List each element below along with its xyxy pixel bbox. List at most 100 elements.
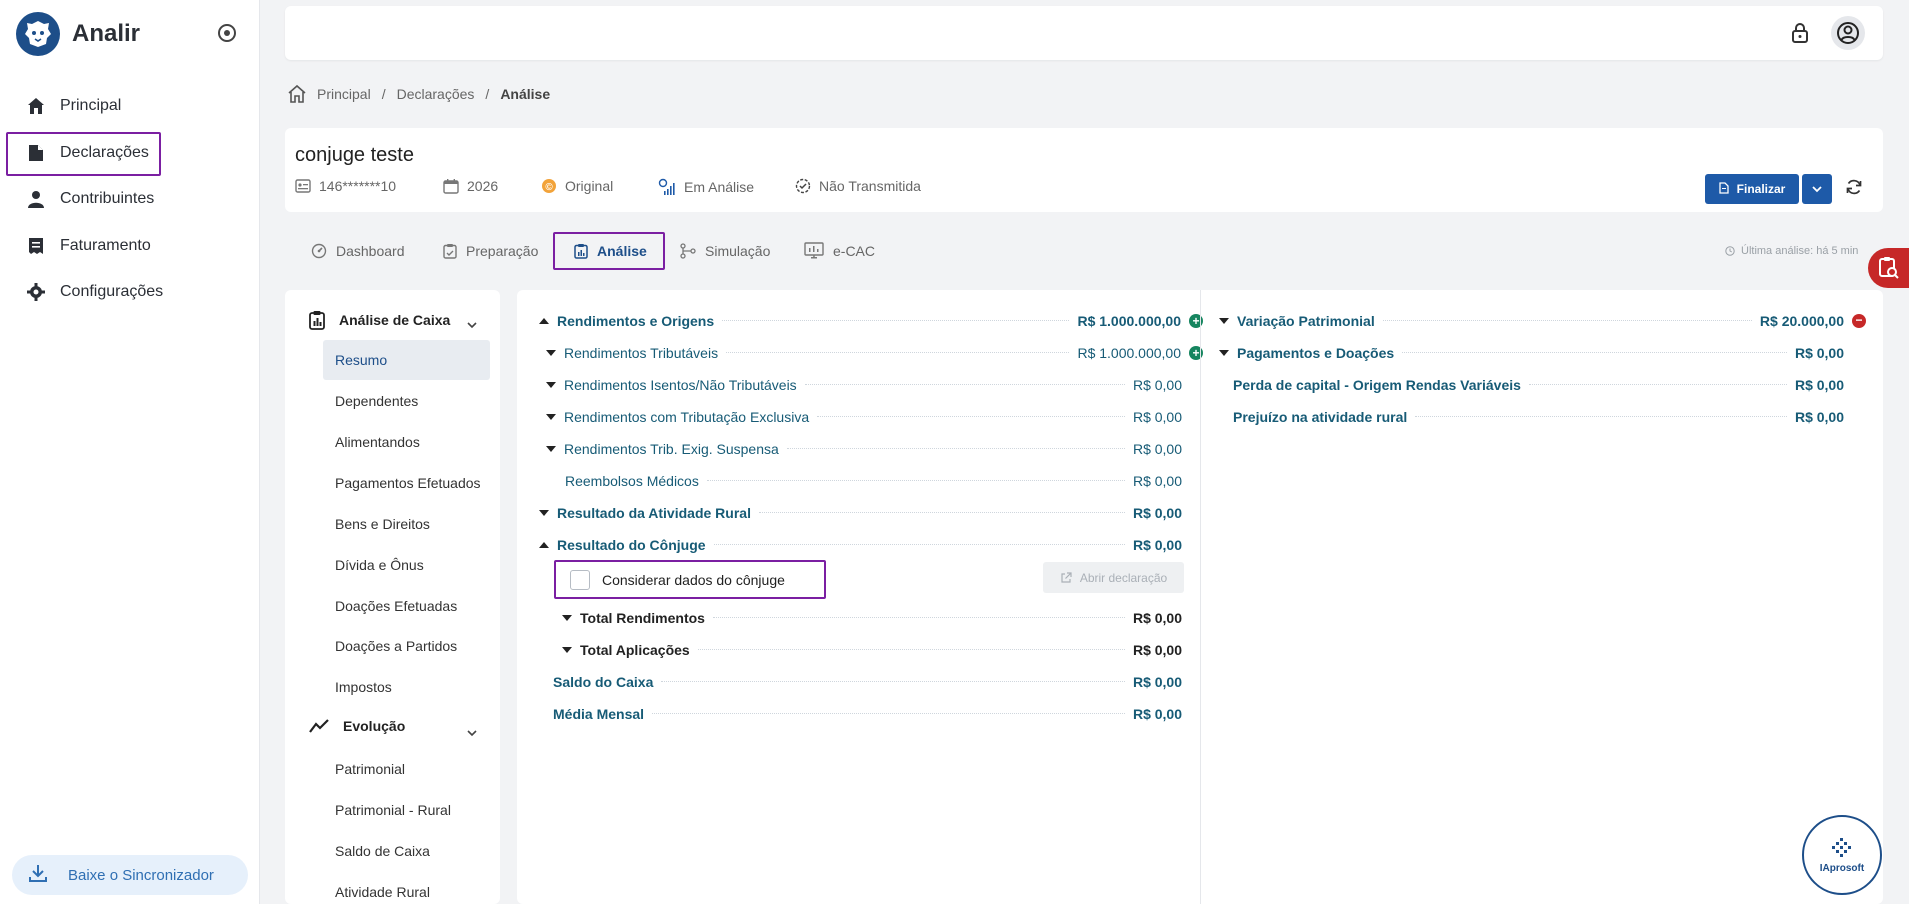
caret-down-icon[interactable]: [1219, 350, 1229, 356]
clock-check-icon: [795, 178, 811, 194]
row-rendimentos-tributaveis[interactable]: Rendimentos Tributáveis R$ 1.000.000,00 …: [546, 343, 1203, 363]
tab-preparacao[interactable]: Preparação: [443, 236, 538, 266]
leader-dots: [726, 343, 1070, 353]
chevron-down-icon[interactable]: [466, 724, 478, 742]
tab-dashboard[interactable]: Dashboard: [311, 236, 405, 266]
row-value: R$ 0,00: [1794, 409, 1844, 425]
row-perda-capital[interactable]: Perda de capital - Origem Rendas Variáve…: [1233, 375, 1844, 395]
row-value: R$ 1.000.000,00: [1077, 345, 1181, 361]
lock-icon[interactable]: [1791, 22, 1809, 49]
row-prejuizo-rural[interactable]: Prejuízo na atividade rural R$ 0,00: [1233, 407, 1844, 427]
sidebar-item-label: Principal: [60, 97, 122, 114]
transmission-value: Não Transmitida: [819, 178, 921, 194]
row-value: R$ 0,00: [1132, 610, 1182, 626]
caret-up-icon[interactable]: [539, 542, 549, 548]
sidebar-item-faturamento[interactable]: Faturamento: [26, 231, 151, 261]
breadcrumb-separator: /: [485, 86, 490, 102]
group-evolucao[interactable]: Evolução: [309, 718, 405, 734]
download-icon: [28, 863, 48, 887]
caret-down-icon[interactable]: [539, 510, 549, 516]
chevron-down-icon[interactable]: [466, 316, 478, 334]
caret-down-icon[interactable]: [562, 615, 572, 621]
sidebar-item-principal[interactable]: Principal: [26, 91, 121, 121]
lion-logo-icon: [16, 12, 60, 56]
nav-patrimonial[interactable]: Patrimonial: [323, 749, 490, 789]
abrir-declaracao-button[interactable]: Abrir declaração: [1043, 562, 1184, 593]
considerar-conjuge-checkbox[interactable]: [570, 569, 590, 590]
iaprosoft-assistant-button[interactable]: IAprosoft: [1802, 815, 1882, 895]
caret-up-icon[interactable]: [539, 318, 549, 324]
row-pagamentos-doacoes[interactable]: Pagamentos e Doações R$ 0,00: [1219, 343, 1844, 363]
external-link-icon: [1060, 571, 1072, 584]
caret-down-icon[interactable]: [546, 382, 556, 388]
floating-analysis-button[interactable]: [1868, 248, 1909, 288]
group-analise-caixa[interactable]: Análise de Caixa: [309, 310, 450, 330]
leader-dots: [1415, 407, 1787, 417]
row-total-aplicacoes[interactable]: Total Aplicações R$ 0,00: [562, 640, 1182, 660]
tab-simulacao[interactable]: Simulação: [680, 236, 770, 266]
document-icon: [1719, 181, 1729, 197]
caret-down-icon[interactable]: [546, 414, 556, 420]
home-icon[interactable]: [287, 84, 307, 104]
nav-dependentes[interactable]: Dependentes: [323, 381, 490, 421]
year-meta: 2026: [443, 178, 498, 194]
leader-dots: [1382, 311, 1752, 321]
clipboard-icon: [443, 243, 457, 259]
tab-label: Simulação: [705, 243, 771, 259]
status-value: Em Análise: [684, 179, 755, 195]
nav-doacoes-efetuadas[interactable]: Doações Efetuadas: [323, 586, 490, 626]
nav-impostos[interactable]: Impostos: [323, 667, 490, 707]
row-media-mensal: Média Mensal R$ 0,00: [553, 704, 1182, 724]
nav-bens-direitos[interactable]: Bens e Direitos: [323, 504, 490, 544]
iaprosoft-logo-icon: [1831, 837, 1853, 859]
finalize-dropdown-button[interactable]: [1802, 174, 1832, 204]
nav-saldo-caixa[interactable]: Saldo de Caixa: [323, 831, 490, 871]
nav-divida-onus[interactable]: Dívida e Ônus: [323, 545, 490, 585]
breadcrumb-principal[interactable]: Principal: [317, 86, 371, 102]
clock-icon: [1725, 246, 1735, 256]
row-total-rendimentos[interactable]: Total Rendimentos R$ 0,00: [562, 608, 1182, 628]
sidebar-item-contribuintes[interactable]: Contribuintes: [26, 184, 154, 214]
declaration-header: conjuge teste 146*******10 2026 © Origin…: [285, 128, 1883, 212]
nav-atividade-rural[interactable]: Atividade Rural: [323, 872, 490, 904]
finalize-button[interactable]: Finalizar: [1705, 174, 1799, 204]
sync-download-button[interactable]: Baixe o Sincronizador: [12, 855, 248, 895]
nav-patrimonial-rural[interactable]: Patrimonial - Rural: [323, 790, 490, 830]
caret-down-icon[interactable]: [546, 446, 556, 452]
row-reembolsos-medicos[interactable]: Reembolsos Médicos R$ 0,00: [565, 471, 1182, 491]
considerar-conjuge-option[interactable]: Considerar dados do cônjuge: [554, 560, 826, 599]
chevron-down-icon: [1811, 185, 1823, 193]
page-title: conjuge teste: [295, 144, 414, 166]
nav-doacoes-partidos[interactable]: Doações a Partidos: [323, 626, 490, 666]
nav-resumo[interactable]: Resumo: [323, 340, 490, 380]
row-atividade-rural[interactable]: Resultado da Atividade Rural R$ 0,00: [539, 503, 1182, 523]
column-divider: [1200, 290, 1201, 904]
caret-down-icon[interactable]: [1219, 318, 1229, 324]
user-avatar-icon[interactable]: [1831, 16, 1865, 50]
sidebar-toggle-icon[interactable]: [218, 24, 236, 42]
row-label: Perda de capital - Origem Rendas Variáve…: [1233, 377, 1521, 393]
row-rendimentos-isentos[interactable]: Rendimentos Isentos/Não Tributáveis R$ 0…: [546, 375, 1182, 395]
home-icon: [26, 96, 46, 116]
breadcrumb-declaracoes[interactable]: Declarações: [397, 86, 475, 102]
sidebar-item-configuracoes[interactable]: Configurações: [26, 277, 163, 307]
row-resultado-conjuge[interactable]: Resultado do Cônjuge R$ 0,00: [539, 535, 1182, 555]
caret-down-icon[interactable]: [546, 350, 556, 356]
highlight-box: [553, 232, 665, 270]
row-variacao-patrimonial[interactable]: Variação Patrimonial R$ 20.000,00 −: [1219, 311, 1866, 331]
sidebar-item-label: Faturamento: [60, 237, 151, 254]
row-value: R$ 0,00: [1132, 473, 1182, 489]
gauge-icon: [311, 243, 327, 259]
minus-circle-icon[interactable]: −: [1852, 314, 1866, 328]
refresh-icon[interactable]: [1845, 178, 1863, 201]
row-label: Total Rendimentos: [580, 610, 705, 626]
tab-ecac[interactable]: e-CAC: [804, 236, 875, 266]
nav-pagamentos-efetuados[interactable]: Pagamentos Efetuados: [323, 463, 490, 503]
original-badge-icon: ©: [541, 178, 557, 194]
caret-down-icon[interactable]: [562, 647, 572, 653]
row-rendimentos-exclusiva[interactable]: Rendimentos com Tributação Exclusiva R$ …: [546, 407, 1182, 427]
nav-alimentandos[interactable]: Alimentandos: [323, 422, 490, 462]
row-rendimentos-suspensa[interactable]: Rendimentos Trib. Exig. Suspensa R$ 0,00: [546, 439, 1182, 459]
brand[interactable]: Analir: [16, 12, 140, 56]
row-rendimentos-origens[interactable]: Rendimentos e Origens R$ 1.000.000,00 +: [539, 311, 1203, 331]
